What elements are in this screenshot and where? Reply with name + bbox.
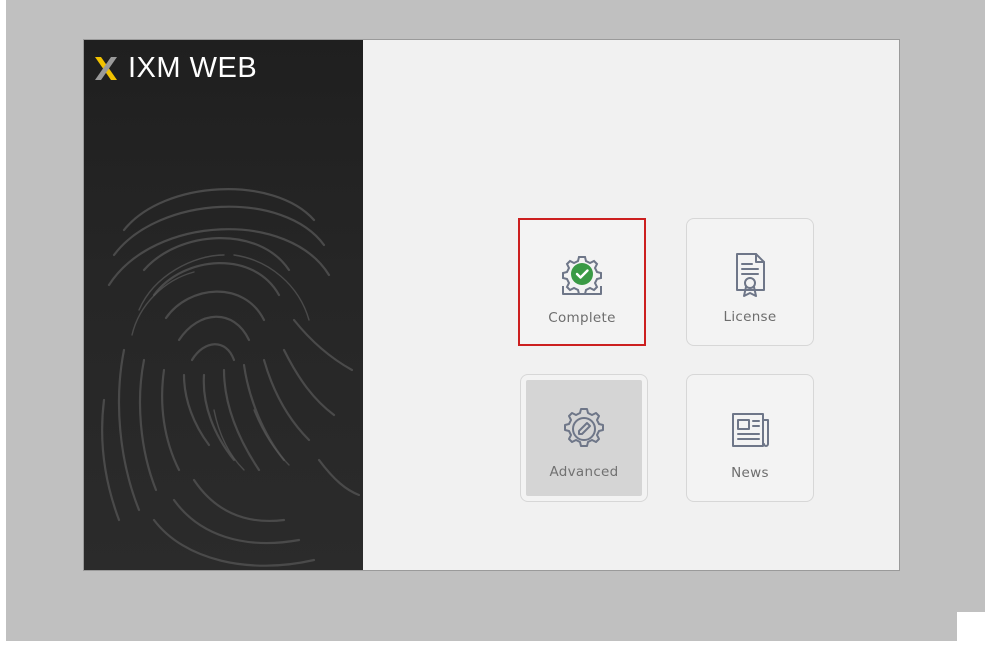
sidebar: IXM WEB: [84, 40, 363, 570]
app-window: IXM WEB Complete License Advanced News: [83, 39, 900, 571]
advanced-label: Advanced: [549, 464, 619, 480]
certificate-document-icon: [736, 253, 765, 297]
brand: IXM WEB: [94, 52, 258, 84]
gear-pencil-icon: [564, 408, 604, 447]
newspaper-icon: [732, 413, 769, 447]
gear-check-icon: [562, 256, 602, 295]
ixm-logo-icon: [95, 57, 117, 80]
news-label: News: [731, 465, 769, 481]
complete-tile[interactable]: Complete: [518, 218, 646, 346]
complete-label: Complete: [548, 310, 616, 326]
corner-patch: [957, 612, 985, 645]
advanced-tile-inner: Advanced: [526, 380, 642, 496]
news-tile[interactable]: News: [686, 374, 814, 502]
advanced-tile[interactable]: Advanced: [520, 374, 648, 502]
license-tile[interactable]: License: [686, 218, 814, 346]
license-label: License: [723, 309, 777, 325]
app-title: IXM WEB: [128, 52, 258, 84]
fingerprint-face-graphic: [101, 188, 361, 567]
main-panel: Complete License Advanced News: [363, 40, 899, 570]
